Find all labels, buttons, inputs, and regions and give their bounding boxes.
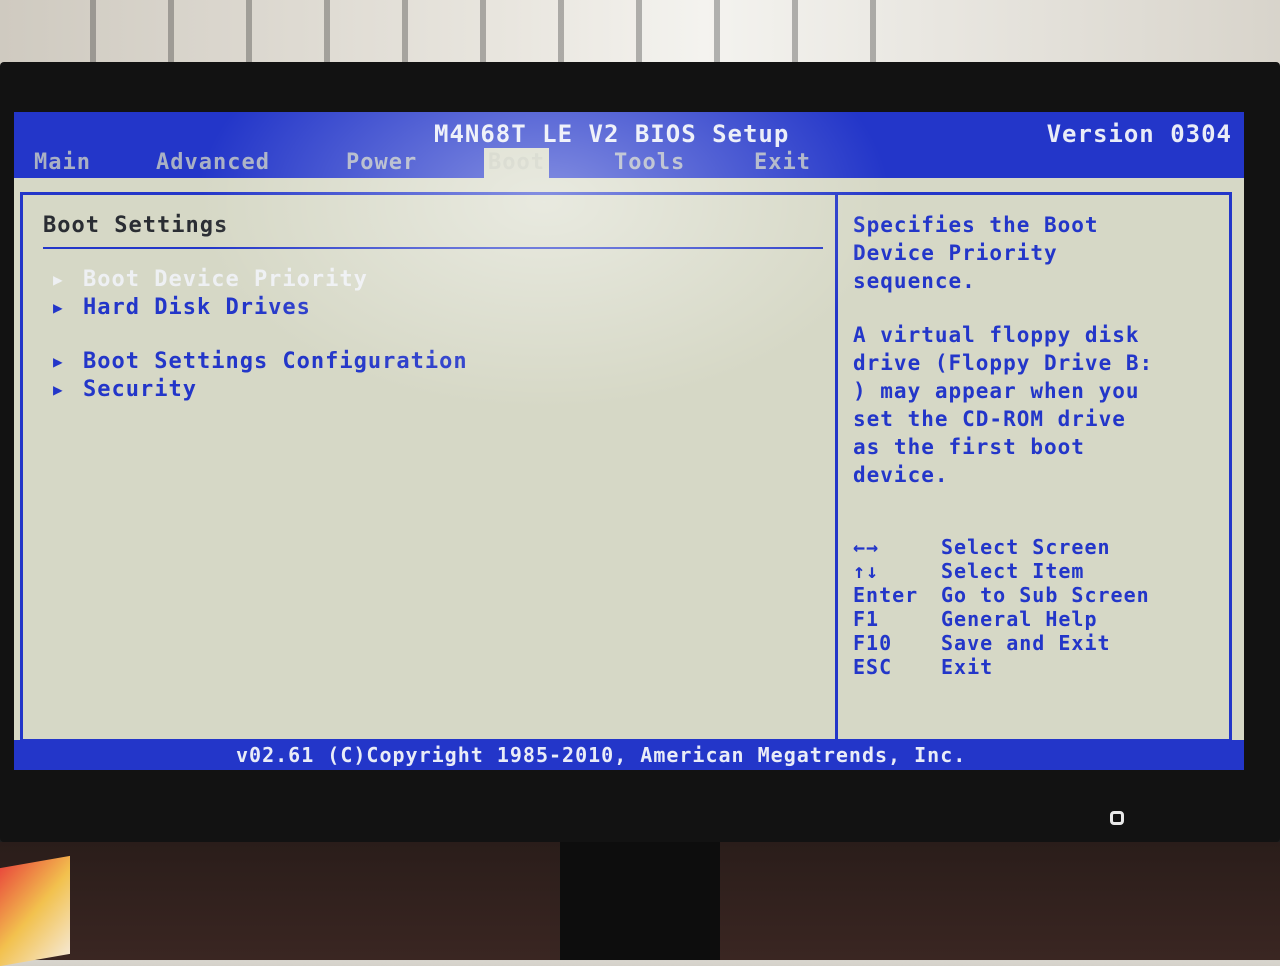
desk-paper xyxy=(0,855,70,966)
menu-item-hard-disk-drives[interactable]: ▶ Hard Disk Drives xyxy=(53,293,813,321)
key-row: F10 Save and Exit xyxy=(853,631,1213,655)
boot-menu-list: ▶ Boot Device Priority ▶ Hard Disk Drive… xyxy=(53,265,813,403)
submenu-arrow-icon: ▶ xyxy=(53,351,64,371)
tab-boot[interactable]: Boot xyxy=(484,148,549,178)
key-row: Enter Go to Sub Screen xyxy=(853,583,1213,607)
key-description: General Help xyxy=(941,607,1098,631)
key-description: Select Item xyxy=(941,559,1085,583)
key-code: ESC xyxy=(853,655,893,679)
tab-main[interactable]: Main xyxy=(34,150,91,175)
submenu-arrow-icon: ▶ xyxy=(53,269,64,289)
key-code: F1 xyxy=(853,607,880,631)
arrows-horizontal-icon: ←→ xyxy=(853,535,880,559)
key-row: ←→ Select Screen xyxy=(853,535,1213,559)
copyright-text: v02.61 (C)Copyright 1985-2010, American … xyxy=(236,743,967,767)
menu-item-boot-device-priority[interactable]: ▶ Boot Device Priority xyxy=(53,265,813,293)
footer-bar: v02.61 (C)Copyright 1985-2010, American … xyxy=(14,740,1244,770)
tab-bar: Main Advanced Power Boot Tools Exit xyxy=(14,148,1244,178)
panel-divider xyxy=(835,195,838,739)
menu-item-label: Boot Device Priority xyxy=(83,266,368,292)
panel-title: Boot Settings xyxy=(43,213,229,238)
menu-item-label: Hard Disk Drives xyxy=(83,294,311,320)
arrows-vertical-icon: ↑↓ xyxy=(853,559,880,583)
window-grille xyxy=(90,0,910,70)
key-code: F10 xyxy=(853,631,893,655)
key-code: Enter xyxy=(853,583,919,607)
key-description: Go to Sub Screen xyxy=(941,583,1150,607)
key-row: ESC Exit xyxy=(853,655,1213,679)
submenu-arrow-icon: ▶ xyxy=(53,379,64,399)
tab-exit[interactable]: Exit xyxy=(754,150,811,175)
menu-item-boot-settings-configuration[interactable]: ▶ Boot Settings Configuration xyxy=(53,347,813,375)
submenu-arrow-icon: ▶ xyxy=(53,297,64,317)
tab-power[interactable]: Power xyxy=(346,150,417,175)
menu-item-label: Security xyxy=(83,376,197,402)
menu-item-security[interactable]: ▶ Security xyxy=(53,375,813,403)
body-area: Boot Settings ▶ Boot Device Priority ▶ H… xyxy=(14,178,1244,754)
bios-title: M4N68T LE V2 BIOS Setup xyxy=(434,120,790,148)
key-description: Select Screen xyxy=(941,535,1111,559)
key-row: ↑↓ Select Item xyxy=(853,559,1213,583)
help-panel: Specifies the Boot Device Priority seque… xyxy=(853,211,1213,515)
help-paragraph-1: Specifies the Boot Device Priority seque… xyxy=(853,213,1099,293)
key-row: F1 General Help xyxy=(853,607,1213,631)
key-legend: ←→ Select Screen ↑↓ Select Item Enter Go… xyxy=(853,535,1213,679)
tab-advanced[interactable]: Advanced xyxy=(156,150,270,175)
key-description: Exit xyxy=(941,655,994,679)
power-button-icon[interactable] xyxy=(1110,811,1124,825)
monitor-stand xyxy=(560,842,720,960)
bios-screen: M4N68T LE V2 BIOS Setup Version 0304 Mai… xyxy=(14,112,1244,770)
content-frame: Boot Settings ▶ Boot Device Priority ▶ H… xyxy=(20,192,1232,742)
menu-gap xyxy=(53,321,813,347)
key-description: Save and Exit xyxy=(941,631,1111,655)
tab-tools[interactable]: Tools xyxy=(614,150,685,175)
bios-version: Version 0304 xyxy=(1046,120,1232,148)
panel-title-rule xyxy=(43,247,823,249)
title-bar: M4N68T LE V2 BIOS Setup Version 0304 Mai… xyxy=(14,112,1244,178)
menu-item-label: Boot Settings Configuration xyxy=(83,348,468,374)
help-paragraph-2: A virtual floppy disk drive (Floppy Driv… xyxy=(853,323,1154,487)
